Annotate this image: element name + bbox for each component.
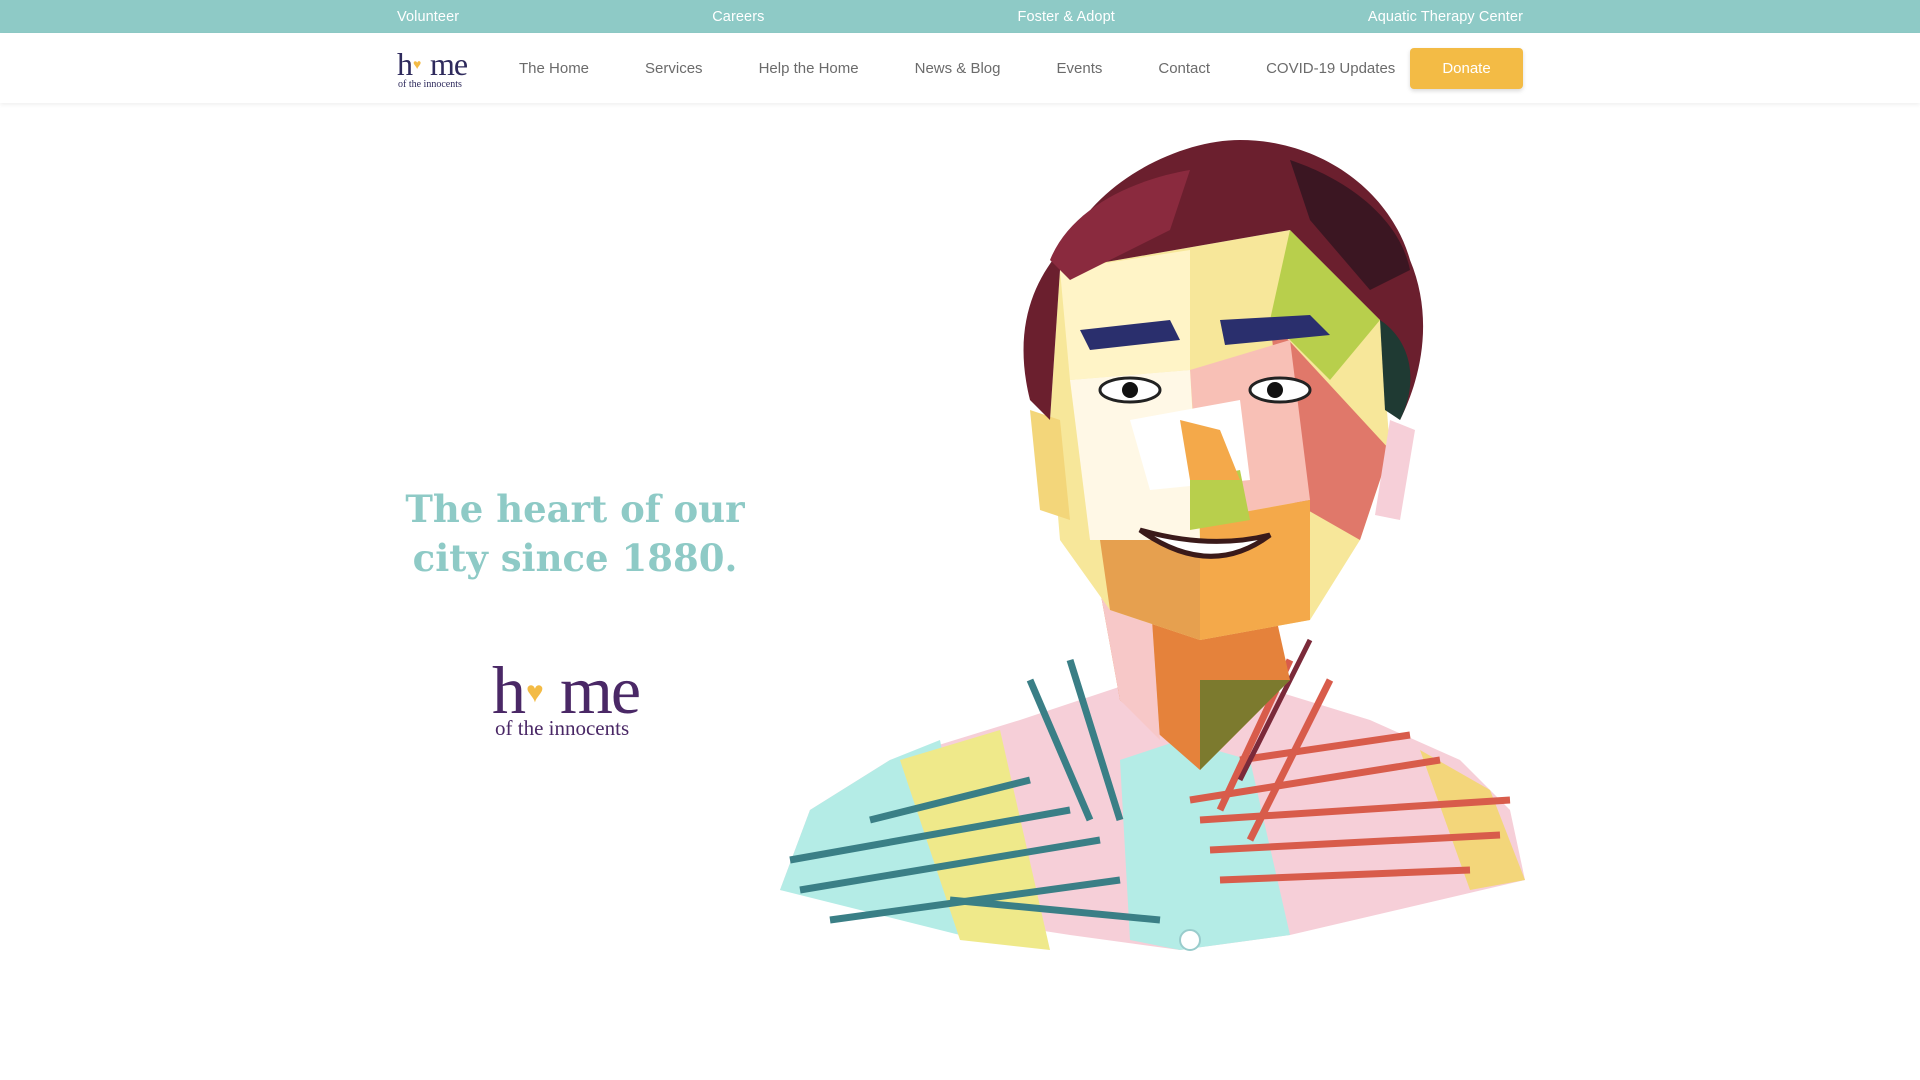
svg-text:of the innocents: of the innocents — [398, 79, 462, 90]
tagline-line-2: city since 1880. — [412, 536, 738, 580]
nav-item-events[interactable]: Events — [1057, 60, 1103, 77]
hero-portrait-illustration — [780, 140, 1525, 951]
svg-text:of the innocents: of the innocents — [495, 716, 629, 740]
main-nav: The Home Services Help the Home News & B… — [519, 60, 1410, 77]
svg-text:♥: ♥ — [526, 676, 544, 709]
hero-tagline: The heart of our city since 1880. — [400, 485, 750, 583]
nav-item-contact[interactable]: Contact — [1158, 60, 1210, 77]
utility-link-careers[interactable]: Careers — [712, 9, 764, 25]
utility-link-volunteer[interactable]: Volunteer — [397, 9, 459, 25]
nav-item-the-home[interactable]: The Home — [519, 60, 589, 77]
svg-text:♥: ♥ — [413, 58, 421, 73]
utility-link-foster-adopt[interactable]: Foster & Adopt — [1018, 9, 1115, 25]
header-logo-link[interactable]: h ♥ me of the innocents — [397, 45, 519, 91]
nav-item-help-the-home[interactable]: Help the Home — [759, 60, 859, 77]
nav-item-news-blog[interactable]: News & Blog — [915, 60, 1001, 77]
tagline-line-1: The heart of our — [405, 487, 745, 531]
svg-text:me: me — [430, 46, 468, 82]
donate-button[interactable]: Donate — [1410, 47, 1523, 89]
home-of-the-innocents-logo: h ♥ me of the innocents — [397, 46, 469, 90]
utility-bar: Volunteer Careers Foster & Adopt Aquatic… — [0, 0, 1920, 33]
home-of-the-innocents-large-logo: h ♥ me of the innocents — [492, 652, 641, 740]
svg-text:h: h — [397, 46, 413, 82]
main-header: h ♥ me of the innocents The Home Service… — [0, 33, 1920, 103]
nav-item-services[interactable]: Services — [645, 60, 703, 77]
nav-item-covid-updates[interactable]: COVID-19 Updates — [1266, 60, 1395, 77]
utility-link-aquatic-therapy[interactable]: Aquatic Therapy Center — [1368, 9, 1523, 25]
